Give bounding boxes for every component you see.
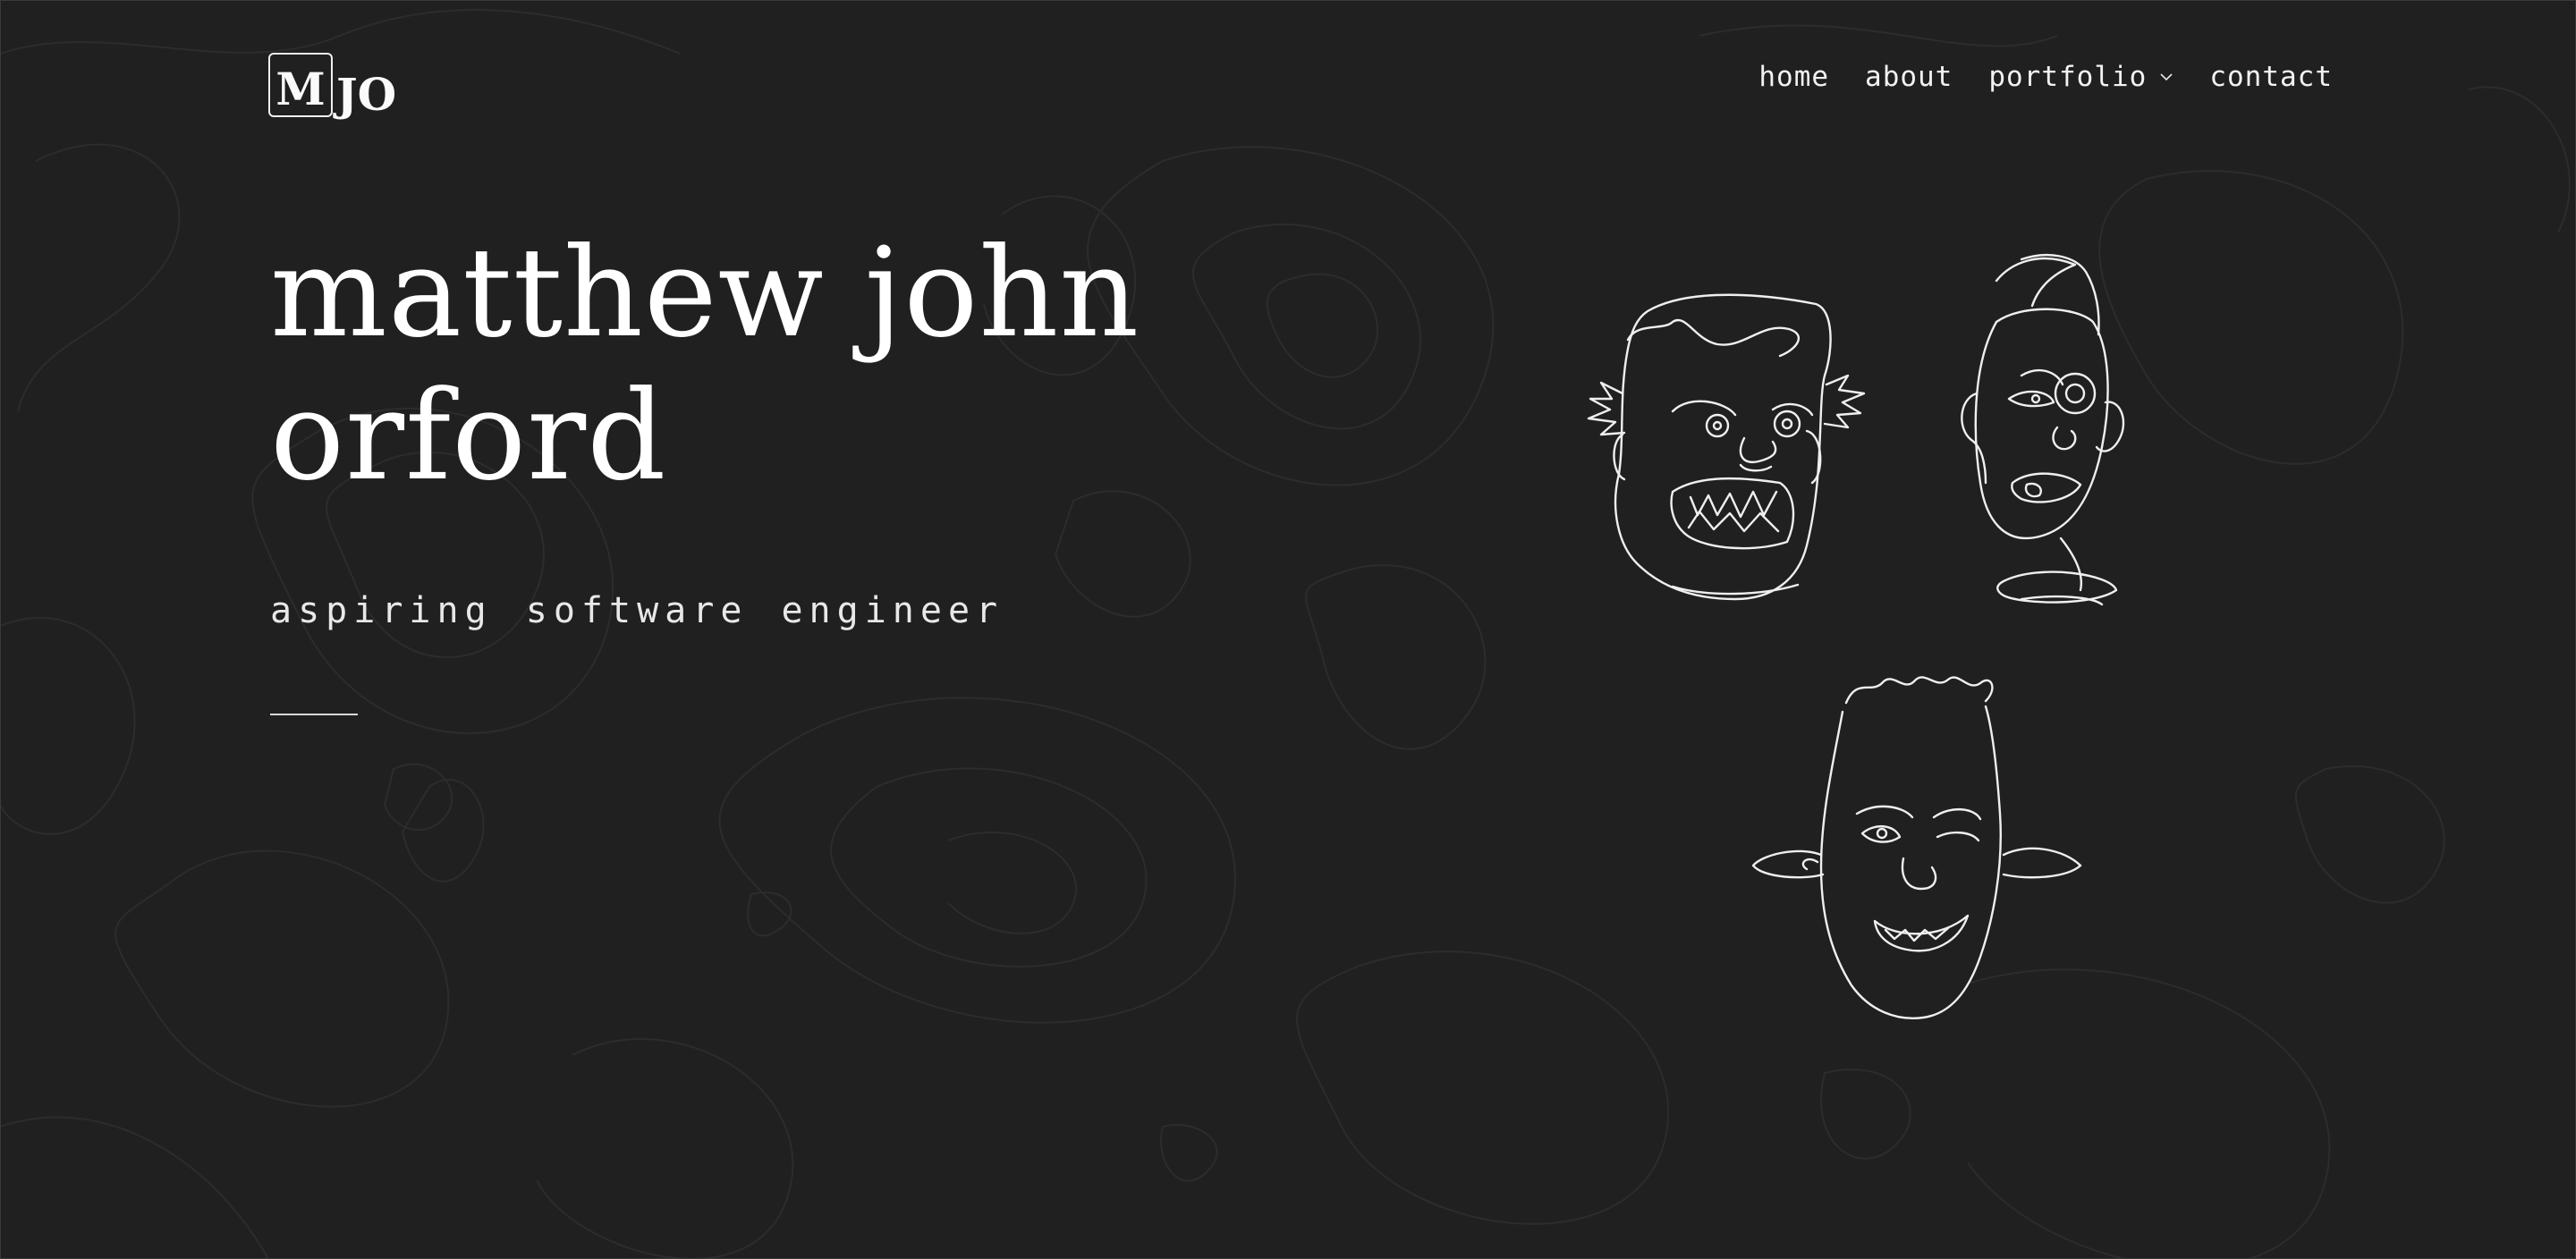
nav-about-label: about xyxy=(1865,61,1953,93)
hero-title-line-2: orford xyxy=(270,364,667,508)
main-nav: home about portfolio contact xyxy=(1758,61,2333,93)
face-drawing-grin xyxy=(1751,676,2082,1019)
nav-portfolio-dropdown[interactable]: portfolio xyxy=(1988,61,2174,93)
hero-title: matthew john orford xyxy=(270,222,1140,508)
nav-contact-label: contact xyxy=(2209,61,2333,93)
hero-subtitle: aspiring software engineer xyxy=(270,590,1004,631)
site-logo[interactable]: M JO xyxy=(268,50,396,120)
chevron-down-icon xyxy=(2160,73,2173,81)
face-illustrations xyxy=(1587,254,2125,1019)
face-drawing-squint xyxy=(1961,254,2125,606)
logo-letters: JO xyxy=(336,68,397,121)
logo-boxed-letter: M xyxy=(275,63,326,115)
nav-home-label: home xyxy=(1758,61,1830,93)
logo-monogram-box: M xyxy=(268,53,333,117)
hero-title-line-1: matthew john xyxy=(270,221,1140,365)
hero-divider xyxy=(270,714,358,715)
nav-portfolio-label: portfolio xyxy=(1988,61,2148,93)
face-drawing-grimace xyxy=(1587,293,1866,601)
nav-contact[interactable]: contact xyxy=(2209,61,2333,93)
nav-about[interactable]: about xyxy=(1865,61,1953,93)
nav-home[interactable]: home xyxy=(1758,61,1829,93)
